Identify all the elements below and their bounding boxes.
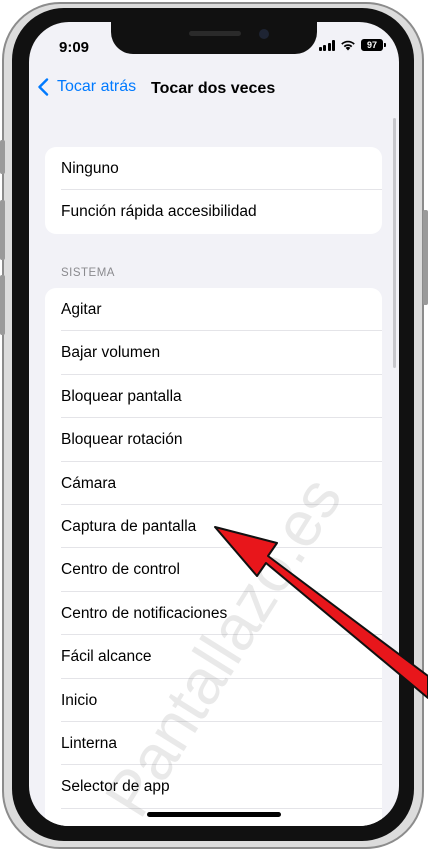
- page-title: Tocar dos veces: [151, 80, 276, 97]
- volume-down-button: [0, 275, 5, 335]
- back-button-label: Tocar atrás: [57, 78, 137, 95]
- navigation-bar: Tocar atrás Tocar dos veces: [29, 78, 399, 108]
- option-agitar[interactable]: Agitar: [45, 288, 382, 332]
- option-centro-de-control[interactable]: Centro de control: [45, 548, 382, 593]
- battery-icon: 97: [361, 39, 386, 51]
- volume-up-button: [0, 200, 5, 260]
- system-options-group: Agitar Bajar volumen Bloquear pantalla B…: [45, 288, 382, 826]
- speaker: [189, 31, 241, 36]
- status-icons: 97: [318, 39, 386, 51]
- option-bloquear-rotacion[interactable]: Bloquear rotación: [45, 418, 382, 462]
- back-button[interactable]: Tocar atrás: [37, 78, 136, 96]
- option-bajar-volumen[interactable]: Bajar volumen: [45, 331, 382, 376]
- top-options-group: Ninguno Función rápida accesibilidad: [45, 147, 382, 234]
- option-ninguno[interactable]: Ninguno: [45, 147, 382, 191]
- silent-switch: [0, 140, 5, 174]
- scroll-indicator[interactable]: [393, 118, 396, 368]
- status-time: 9:09: [59, 39, 90, 56]
- notch: [111, 22, 317, 54]
- section-header-sistema: SISTEMA: [61, 267, 115, 279]
- option-bloquear-pantalla[interactable]: Bloquear pantalla: [45, 375, 382, 419]
- wifi-icon: [341, 40, 355, 51]
- cellular-signal-icon: [318, 39, 335, 51]
- front-camera: [259, 29, 269, 39]
- option-funcion-rapida-accesibilidad[interactable]: Función rápida accesibilidad: [45, 190, 382, 233]
- home-indicator[interactable]: [147, 812, 281, 817]
- chevron-left-icon: [38, 78, 49, 96]
- power-button: [423, 210, 428, 305]
